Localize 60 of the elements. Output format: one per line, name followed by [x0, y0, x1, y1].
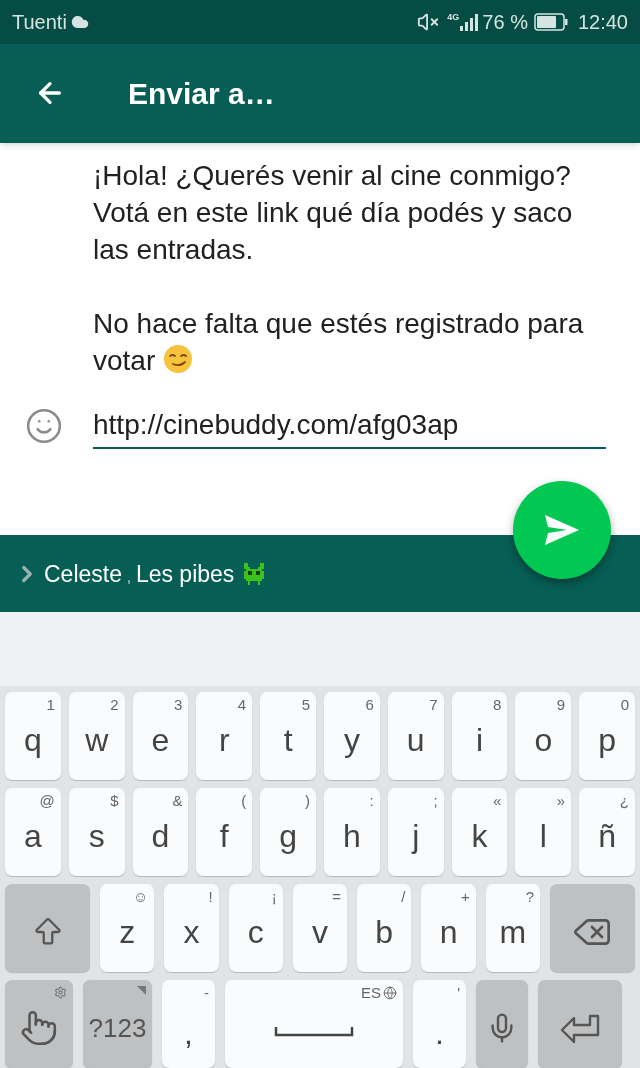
letter-key[interactable]: 5 t	[260, 692, 316, 780]
link-field[interactable]: http://cinebuddy.com/afg03ap	[93, 402, 606, 449]
comma-key[interactable]: - ,	[162, 980, 215, 1068]
battery-icon	[533, 12, 568, 31]
space-key[interactable]: ES	[225, 980, 403, 1068]
send-icon	[545, 515, 579, 546]
letter-key[interactable]: @ a	[5, 788, 61, 876]
gear-icon	[54, 986, 67, 999]
gesture-key[interactable]	[5, 980, 73, 1068]
enter-key[interactable]	[538, 980, 622, 1068]
letter-key[interactable]: = v	[292, 884, 348, 972]
symbols-key[interactable]: ?123	[83, 980, 152, 1068]
battery-percent: 76 %	[482, 9, 528, 35]
send-button[interactable]	[513, 481, 611, 580]
letter-key[interactable]: + n	[421, 884, 476, 972]
letter-key[interactable]: ☺ z	[100, 884, 155, 972]
message-paragraph: ¡Hola! ¿Querés venir al cine conmigo? Votá en este link qué día podés y saco las entradas.	[93, 158, 574, 267]
letter-key[interactable]: 9 o	[515, 692, 572, 780]
shift-key[interactable]	[5, 884, 90, 972]
letter-key[interactable]: : h	[324, 788, 380, 876]
letter-key[interactable]: ; j	[387, 788, 444, 876]
letter-key[interactable]: 8 i	[451, 692, 508, 780]
letter-key[interactable]: ¿ ñ	[579, 788, 635, 876]
letter-key[interactable]: / b	[357, 884, 412, 972]
network-type: 4G	[447, 11, 460, 24]
screen-title: Enviar a…	[128, 75, 275, 112]
letter-key[interactable]: « k	[451, 788, 508, 876]
hand-icon	[20, 1009, 58, 1047]
letter-key[interactable]: 6 y	[324, 692, 380, 780]
letter-key[interactable]: ¡ c	[228, 884, 283, 972]
letter-key[interactable]: 3 e	[132, 692, 189, 780]
smiley-icon	[25, 406, 63, 445]
letter-key[interactable]: 0 p	[579, 692, 635, 780]
letter-key[interactable]: & d	[132, 788, 189, 876]
letter-key[interactable]: ) g	[260, 788, 316, 876]
letter-key[interactable]: ! x	[164, 884, 219, 972]
letter-key[interactable]: $ s	[68, 788, 125, 876]
enter-icon	[560, 1012, 600, 1044]
message-paragraph: No hace falta que estés registrado para votar	[93, 306, 585, 378]
letter-key[interactable]: 7 u	[387, 692, 444, 780]
globe-icon	[383, 986, 397, 1001]
recipient-name: Celeste	[44, 559, 122, 589]
letter-key[interactable]: 1 q	[5, 692, 61, 780]
smirking-face-icon	[163, 343, 194, 374]
mic-key[interactable]	[476, 980, 528, 1068]
recipient-name: Les pibes	[135, 559, 235, 589]
letter-key[interactable]: ? m	[485, 884, 540, 972]
letter-key[interactable]: 2 w	[68, 692, 125, 780]
signal-icon	[460, 12, 479, 31]
clock: 12:40	[577, 9, 628, 35]
alien-monster-icon	[242, 562, 267, 585]
backspace-key[interactable]	[549, 884, 635, 972]
space-bar-icon	[274, 1027, 354, 1037]
corner-mark-icon	[137, 986, 146, 995]
separator: ,	[127, 568, 131, 588]
letter-key[interactable]: » l	[515, 788, 572, 876]
period-key[interactable]: ' .	[413, 980, 466, 1068]
letter-key[interactable]: ( f	[196, 788, 253, 876]
carrier-name: Tuenti	[12, 9, 67, 35]
letter-key[interactable]: 4 r	[196, 692, 253, 780]
